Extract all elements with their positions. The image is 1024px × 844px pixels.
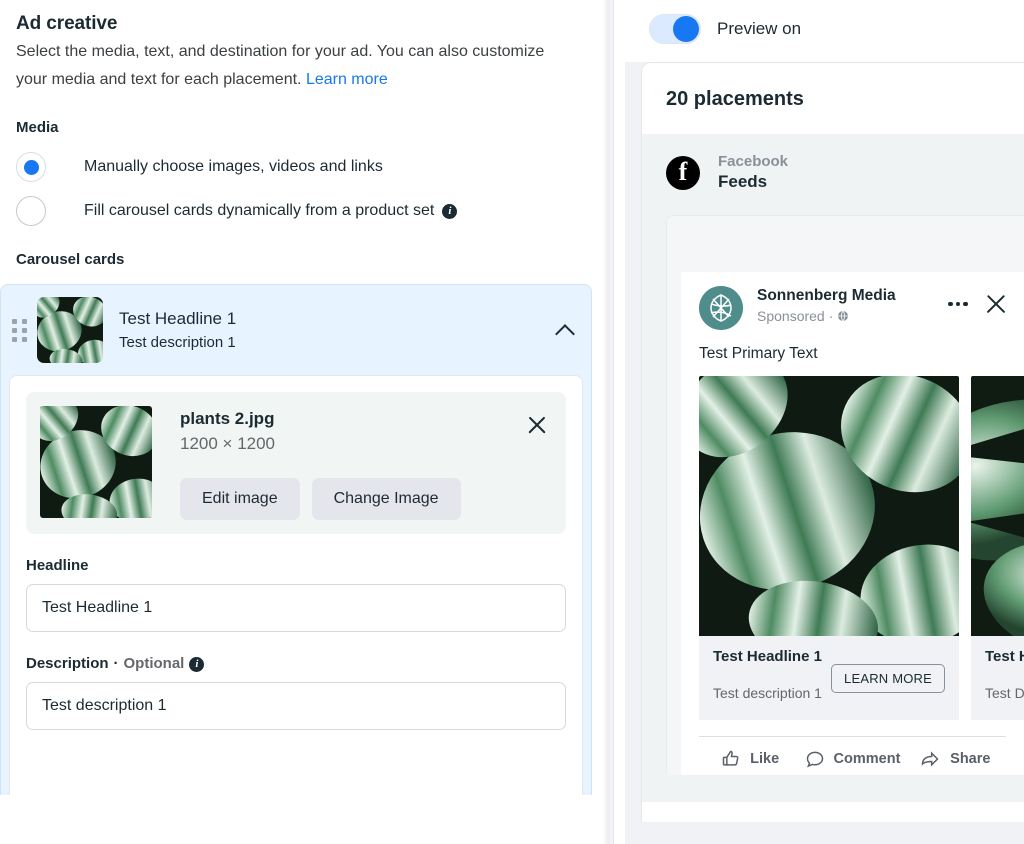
remove-media-close-icon[interactable] xyxy=(526,414,548,436)
comment-label: Comment xyxy=(834,751,901,767)
preview-card-2-description: Test Desc xyxy=(985,684,1024,702)
thumbs-up-icon xyxy=(721,749,741,769)
carousel-preview-rail[interactable]: Test Headline 1 LEARN MORE Test descript… xyxy=(681,376,1024,720)
radio-dynamic-label: Fill carousel cards dynamically from a p… xyxy=(84,200,457,222)
carousel-card-1: Test Headline 1 Test description 1 plant… xyxy=(0,284,592,795)
like-button[interactable]: Like xyxy=(699,749,801,769)
comment-button[interactable]: Comment xyxy=(801,749,903,769)
description-input[interactable] xyxy=(26,682,566,730)
description-info-icon[interactable]: i xyxy=(189,657,204,672)
preview-card-1-caption: Test Headline 1 LEARN MORE Test descript… xyxy=(699,636,959,720)
description-label-text: Description xyxy=(26,654,109,674)
panel-divider-scrollbar[interactable] xyxy=(600,0,625,844)
placement-body: f Facebook Feeds xyxy=(642,134,1024,802)
headline-label: Headline xyxy=(26,556,566,576)
radio-option-manual[interactable]: Manually choose images, videos and links xyxy=(16,152,584,182)
media-dimensions: 1200 × 1200 xyxy=(180,432,552,456)
description-label: Description · Optional i xyxy=(26,654,566,674)
preview-card-1-image xyxy=(699,376,959,636)
post-sponsored: Sponsored · xyxy=(757,307,944,325)
post-more-options-icon[interactable] xyxy=(944,292,972,316)
description-optional-text: Optional xyxy=(124,654,185,674)
preview-toggle-bar: Preview on xyxy=(625,0,1024,62)
media-section-label: Media xyxy=(16,118,584,138)
preview-toggle-knob xyxy=(673,16,699,42)
media-info: plants 2.jpg 1200 × 1200 Edit image Chan… xyxy=(180,406,552,520)
share-label: Share xyxy=(950,751,990,767)
preview-card-1[interactable]: Test Headline 1 LEARN MORE Test descript… xyxy=(699,376,959,720)
preview-card-2[interactable]: Test He Test Desc xyxy=(971,376,1024,720)
description-separator: · xyxy=(114,654,119,674)
carousel-card-body: plants 2.jpg 1200 × 1200 Edit image Chan… xyxy=(9,375,583,795)
media-thumbnail xyxy=(40,406,152,518)
radio-option-dynamic[interactable]: Fill carousel cards dynamically from a p… xyxy=(16,196,584,226)
carousel-card-header[interactable]: Test Headline 1 Test description 1 xyxy=(1,285,591,375)
post-brand-name: Sonnenberg Media xyxy=(757,286,944,306)
share-icon xyxy=(919,749,941,769)
placement-names: Facebook Feeds xyxy=(718,152,788,193)
radio-dynamic-text: Fill carousel cards dynamically from a p… xyxy=(84,200,434,222)
carousel-card-thumbnail xyxy=(37,297,103,363)
post-primary-text: Test Primary Text xyxy=(681,330,1024,376)
preview-toggle-label: Preview on xyxy=(717,19,801,39)
edit-image-button[interactable]: Edit image xyxy=(180,478,300,520)
placement-surface: Feeds xyxy=(718,171,788,193)
carousel-card-title: Test Headline 1 xyxy=(119,308,555,330)
collapse-chevron-up-icon[interactable] xyxy=(555,319,577,341)
radio-dynamic-input[interactable] xyxy=(16,196,46,226)
globe-icon xyxy=(837,310,849,322)
carousel-cards-label: Carousel cards xyxy=(16,250,584,270)
comment-icon xyxy=(805,749,825,769)
post-identity: Sonnenberg Media Sponsored · xyxy=(757,286,944,325)
media-filename: plants 2.jpg xyxy=(180,408,552,430)
preview-toggle[interactable] xyxy=(649,14,701,44)
info-icon[interactable]: i xyxy=(442,204,457,219)
preview-shell: Sonnenberg Media Sponsored · xyxy=(666,215,1024,775)
radio-manual-input[interactable] xyxy=(16,152,46,182)
placement-header: f Facebook Feeds xyxy=(666,152,1024,193)
preview-card-2-headline: Test He xyxy=(985,647,1024,667)
share-button[interactable]: Share xyxy=(904,749,1006,769)
drag-handle-icon[interactable] xyxy=(11,317,27,343)
post-engagement-bar: Like Comment xyxy=(699,736,1006,769)
radio-manual-label: Manually choose images, videos and links xyxy=(84,156,383,178)
ad-preview-panel: Preview on 20 placements f Facebook Feed… xyxy=(625,0,1024,844)
page-description: Select the media, text, and destination … xyxy=(16,38,578,94)
post-sponsored-text: Sponsored xyxy=(757,307,825,325)
post-close-icon[interactable] xyxy=(984,292,1008,316)
avatar xyxy=(699,286,743,330)
learn-more-link[interactable]: Learn more xyxy=(306,71,388,88)
ad-creative-screen: Ad creative Select the media, text, and … xyxy=(0,0,1024,844)
post-header: Sonnenberg Media Sponsored · xyxy=(681,272,1024,330)
media-summary: plants 2.jpg 1200 × 1200 Edit image Chan… xyxy=(26,392,566,534)
learn-more-cta-button[interactable]: LEARN MORE xyxy=(831,664,945,693)
placements-card: 20 placements f Facebook Feeds xyxy=(641,62,1024,822)
change-image-button[interactable]: Change Image xyxy=(312,478,461,520)
carousel-card-meta: Test Headline 1 Test description 1 xyxy=(119,308,555,353)
page-title: Ad creative xyxy=(16,12,584,36)
headline-input[interactable] xyxy=(26,584,566,632)
page-description-text: Select the media, text, and destination … xyxy=(16,43,544,88)
headline-label-text: Headline xyxy=(26,556,89,576)
ad-creative-form-panel: Ad creative Select the media, text, and … xyxy=(0,0,600,844)
placements-title: 20 placements xyxy=(642,63,1024,134)
media-actions: Edit image Change Image xyxy=(180,478,552,520)
facebook-post-preview: Sonnenberg Media Sponsored · xyxy=(681,272,1024,775)
placement-network: Facebook xyxy=(718,152,788,171)
facebook-icon: f xyxy=(666,156,700,190)
preview-card-2-image xyxy=(971,376,1024,636)
post-separator: · xyxy=(829,307,834,325)
carousel-card-subtitle: Test description 1 xyxy=(119,332,555,353)
preview-card-2-caption: Test He Test Desc xyxy=(971,636,1024,720)
like-label: Like xyxy=(750,751,779,767)
